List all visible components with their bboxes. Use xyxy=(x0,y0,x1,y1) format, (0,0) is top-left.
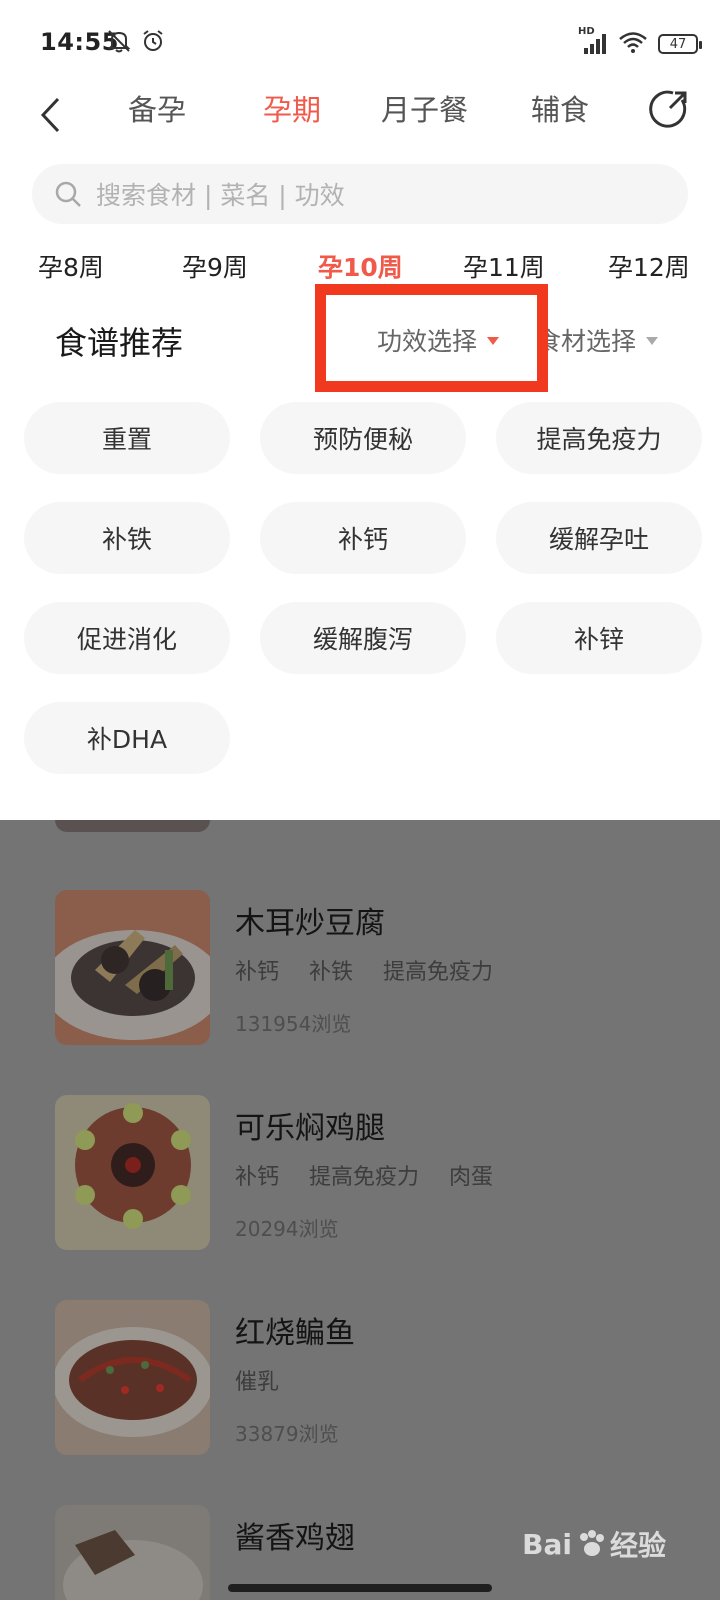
home-indicator[interactable] xyxy=(228,1584,492,1592)
recipe-tags: 补钙 提高免疫力 肉蛋 xyxy=(235,1159,493,1191)
dimmed-recipe-list[interactable]: 木耳炒豆腐 补钙 补铁 提高免疫力 131954浏览 可乐焖鸡腿 补钙 提高免疫… xyxy=(0,820,720,1600)
status-bar: 14:55 HD 47 xyxy=(0,0,720,80)
share-icon xyxy=(649,90,687,128)
recipe-name: 酱香鸡翅 xyxy=(235,1521,355,1556)
status-icons-right: HD 47 xyxy=(578,26,702,58)
effect-options: 重置 预防便秘 提高免疫力 补铁 补钙 缓解孕吐 促进消化 缓解腹泻 补锌 补D… xyxy=(0,400,720,780)
section-title: 食谱推荐 xyxy=(55,324,184,362)
recipe-item[interactable]: 木耳炒豆腐 补钙 补铁 提高免疫力 131954浏览 xyxy=(0,890,720,1050)
week-tab-11[interactable]: 孕11周 xyxy=(463,248,545,288)
recipe-name: 木耳炒豆腐 xyxy=(235,906,385,941)
recipe-name: 红烧鳊鱼 xyxy=(235,1316,355,1351)
recipe-tags: 催乳 xyxy=(235,1364,279,1396)
recipe-item[interactable]: 红烧鳊鱼 催乳 33879浏览 xyxy=(0,1300,720,1460)
chip-option[interactable]: 补DHA xyxy=(24,702,230,774)
recipe-views: 33879浏览 xyxy=(235,1422,339,1446)
back-button[interactable] xyxy=(30,90,70,140)
status-icons-left xyxy=(106,28,166,58)
recipe-views: 131954浏览 xyxy=(235,1012,352,1036)
recipe-thumbnail xyxy=(55,890,210,1045)
recipe-tag: 补钙 xyxy=(235,960,280,985)
recipe-tags: 补钙 补铁 提高免疫力 xyxy=(235,954,493,986)
top-navigation: 备孕 孕期 月子餐 辅食 xyxy=(0,80,720,150)
week-tab-8[interactable]: 孕8周 xyxy=(38,248,104,288)
week-tab-9[interactable]: 孕9周 xyxy=(182,248,248,288)
recipe-thumbnail xyxy=(55,1095,210,1250)
tab-prepregnancy[interactable]: 备孕 xyxy=(128,90,186,130)
caret-down-icon xyxy=(646,337,659,345)
week-tab-10[interactable]: 孕10周 xyxy=(318,248,403,288)
chip-option[interactable]: 缓解孕吐 xyxy=(496,502,702,574)
share-button[interactable] xyxy=(646,86,692,132)
tab-confinement-meals[interactable]: 月子餐 xyxy=(381,90,468,130)
recipe-tag: 补钙 xyxy=(235,1165,280,1190)
effect-filter-label: 功效选择 xyxy=(377,327,478,356)
chip-option[interactable]: 缓解腹泻 xyxy=(260,602,466,674)
watermark: Bai 经验 xyxy=(522,1524,666,1564)
week-selector: 孕8周 孕9周 孕10周 孕11周 孕12周 xyxy=(0,248,720,288)
recipe-tag: 肉蛋 xyxy=(449,1165,494,1190)
chip-option[interactable]: 补铁 xyxy=(24,502,230,574)
caret-down-icon xyxy=(487,337,500,345)
paw-icon xyxy=(579,1530,604,1556)
signal-icon: HD xyxy=(578,26,608,56)
effect-filter-dropdown[interactable]: 功效选择 xyxy=(377,322,500,358)
recipe-tag: 提高免疫力 xyxy=(383,960,494,985)
recipe-tag: 补铁 xyxy=(309,960,354,985)
recipe-item[interactable]: 可乐焖鸡腿 补钙 提高免疫力 肉蛋 20294浏览 xyxy=(0,1095,720,1255)
battery-level: 47 xyxy=(669,36,687,52)
chip-option[interactable]: 补锌 xyxy=(496,602,702,674)
recipe-name: 可乐焖鸡腿 xyxy=(235,1111,385,1146)
tab-baby-food[interactable]: 辅食 xyxy=(531,90,589,130)
ingredient-filter-dropdown[interactable]: 食材选择 xyxy=(536,322,659,358)
recipe-tag: 提高免疫力 xyxy=(309,1165,420,1190)
chip-reset[interactable]: 重置 xyxy=(24,402,230,474)
week-tab-12[interactable]: 孕12周 xyxy=(608,248,690,288)
watermark-suffix: 经验 xyxy=(609,1529,666,1562)
recipe-thumbnail xyxy=(55,1300,210,1455)
ingredient-filter-label: 食材选择 xyxy=(536,327,637,356)
chip-option[interactable]: 提高免疫力 xyxy=(496,402,702,474)
recipe-views: 20294浏览 xyxy=(235,1217,339,1241)
search-bar[interactable]: 搜索食材 | 菜名 | 功效 xyxy=(32,164,688,224)
recipe-thumbnail xyxy=(55,1505,210,1600)
alarm-icon xyxy=(140,28,166,58)
chip-option[interactable]: 预防便秘 xyxy=(260,402,466,474)
recipe-thumbnail xyxy=(55,820,210,832)
search-icon xyxy=(55,181,81,207)
tab-pregnancy[interactable]: 孕期 xyxy=(263,90,321,130)
chip-option[interactable]: 补钙 xyxy=(260,502,466,574)
chevron-left-icon xyxy=(40,97,60,133)
app-screen: 14:55 HD 47 备孕 孕期 月子餐 辅食 搜索食材 | 菜名 | 功效 … xyxy=(0,0,720,1600)
recipe-tag: 催乳 xyxy=(235,1370,280,1395)
watermark-brand: Bai xyxy=(522,1527,572,1561)
chip-option[interactable]: 促进消化 xyxy=(24,602,230,674)
battery-icon: 47 xyxy=(658,34,702,54)
mute-bell-icon xyxy=(106,28,132,58)
search-placeholder: 搜索食材 | 菜名 | 功效 xyxy=(96,181,345,210)
wifi-icon xyxy=(618,30,648,58)
